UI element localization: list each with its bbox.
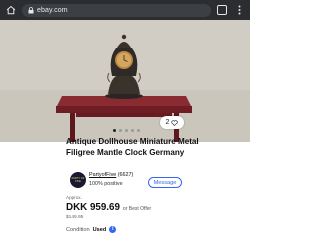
gallery-dot[interactable] bbox=[113, 129, 116, 132]
watch-button[interactable]: 2 bbox=[160, 116, 184, 129]
seller-feedback-count: (6627) bbox=[117, 172, 134, 178]
gallery-dot[interactable] bbox=[125, 129, 128, 132]
watch-count: 2 bbox=[165, 119, 170, 126]
price-value: DKK 959.69 bbox=[66, 202, 120, 213]
condition-label: Condition bbox=[66, 226, 90, 233]
gallery-pagination bbox=[113, 129, 140, 132]
seller-name-link[interactable]: PartyofFive bbox=[89, 172, 116, 178]
original-price: $149.95 bbox=[66, 215, 84, 220]
condition-row: Condition Used i bbox=[66, 226, 117, 233]
message-button[interactable]: Message bbox=[148, 177, 182, 188]
product-image[interactable] bbox=[0, 20, 250, 142]
heart-icon bbox=[171, 119, 179, 126]
approx-label: Approx. bbox=[66, 195, 82, 200]
lock-icon bbox=[28, 6, 34, 13]
gallery-dot[interactable] bbox=[119, 129, 122, 132]
more-icon[interactable] bbox=[232, 3, 246, 17]
gallery-dot[interactable] bbox=[131, 129, 134, 132]
best-offer-label: or Best Offer bbox=[122, 206, 152, 212]
address-bar[interactable]: ebay.com bbox=[22, 3, 211, 17]
gallery-dot[interactable] bbox=[137, 129, 140, 132]
home-icon[interactable] bbox=[4, 3, 18, 17]
listing-title: Antique Dollhouse Miniature Metal Filigr… bbox=[66, 137, 199, 157]
seller-logo-text: PARTY OF FIVE bbox=[71, 177, 85, 183]
info-icon[interactable]: i bbox=[109, 226, 117, 233]
seller-positive: 100% positive bbox=[89, 181, 123, 187]
condition-value: Used bbox=[92, 226, 107, 233]
url-text: ebay.com bbox=[37, 6, 68, 14]
price-row: DKK 959.69 or Best Offer bbox=[66, 202, 151, 213]
browser-toolbar: ebay.com bbox=[0, 0, 250, 20]
seller-name[interactable]: PartyofFive (6627) bbox=[89, 172, 133, 178]
tabs-icon[interactable] bbox=[217, 5, 227, 15]
seller-avatar[interactable]: PARTY OF FIVE bbox=[70, 172, 86, 188]
